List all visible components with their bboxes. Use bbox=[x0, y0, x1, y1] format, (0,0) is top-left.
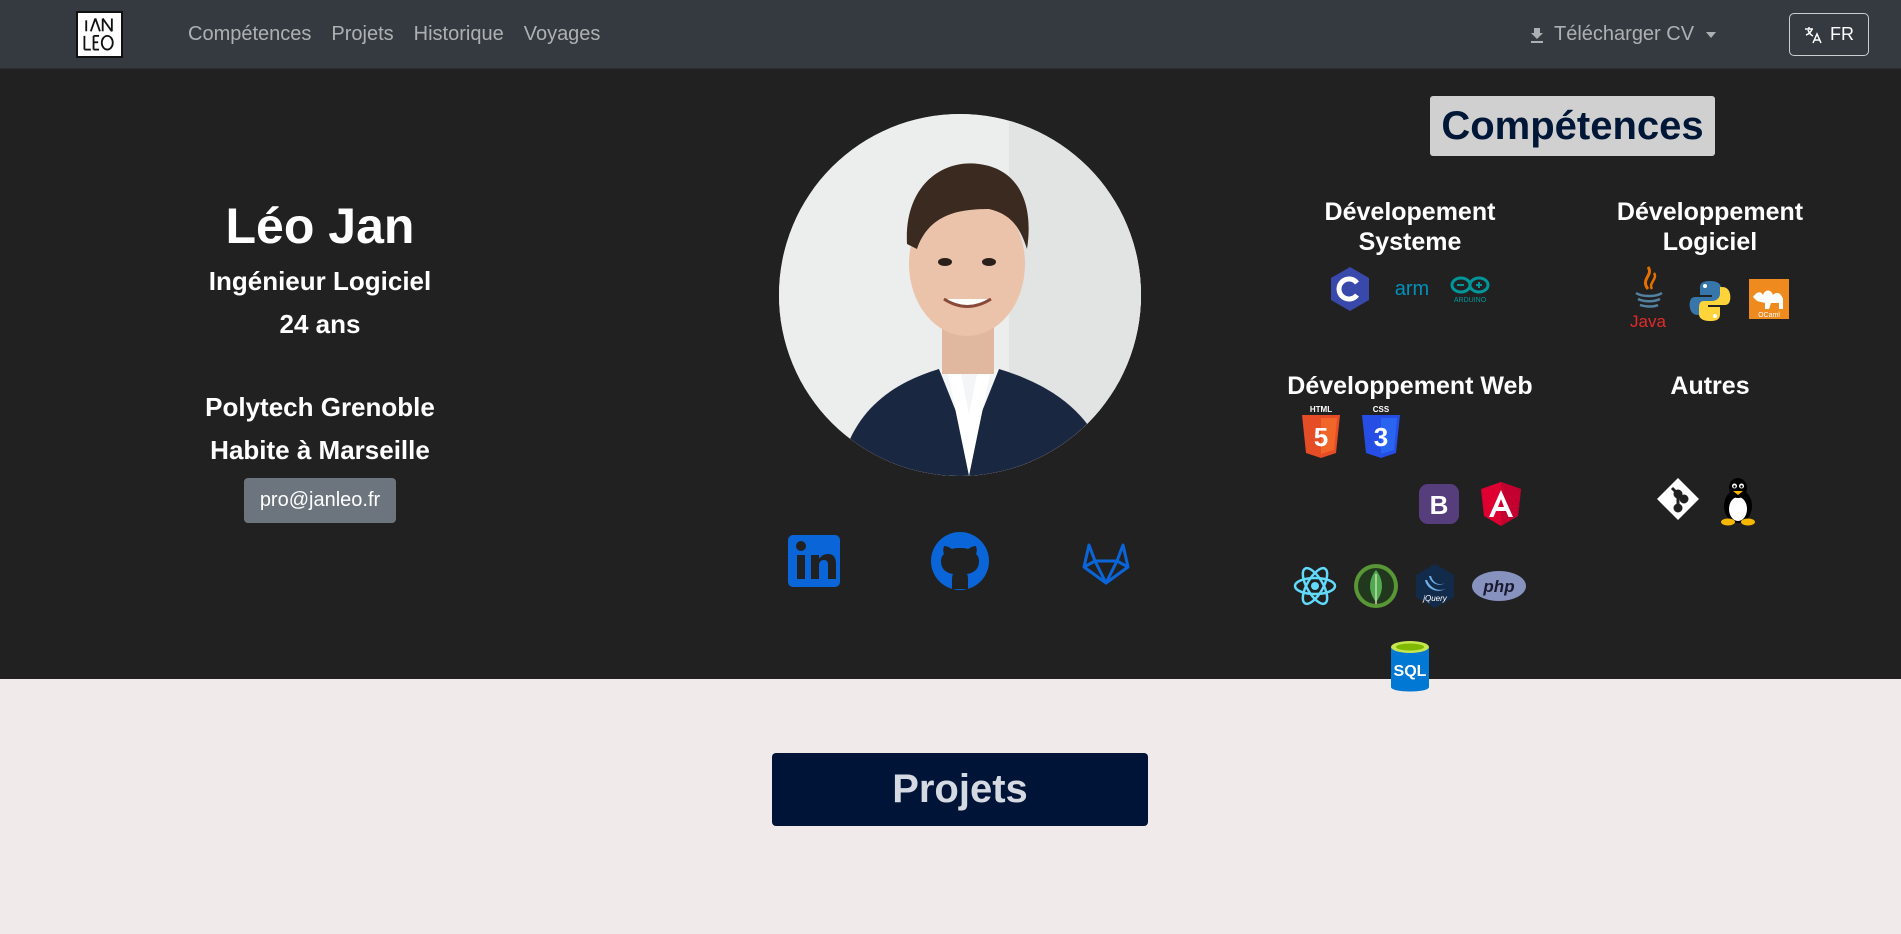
profile-photo bbox=[779, 114, 1141, 476]
language-label: FR bbox=[1830, 24, 1854, 44]
react-icon bbox=[1291, 562, 1339, 610]
profile-job: Ingénieur Logiciel bbox=[208, 266, 432, 296]
profile-photo-illustration bbox=[779, 114, 1141, 476]
svg-text:OCaml: OCaml bbox=[1758, 312, 1780, 319]
profile-name: Léo Jan bbox=[225, 198, 415, 254]
ocaml-icon: OCaml bbox=[1747, 277, 1791, 321]
email-button[interactable]: pro@janleo.fr bbox=[243, 478, 397, 523]
linkedin-icon bbox=[788, 535, 840, 587]
category-logiciel: Développement Logiciel bbox=[1616, 198, 1804, 256]
category-autres: Autres bbox=[1670, 372, 1750, 400]
nav-links: Compétences Projets Historique Voyages bbox=[188, 0, 600, 69]
svg-text:HTML: HTML bbox=[1310, 405, 1332, 414]
mongodb-icon bbox=[1352, 562, 1400, 610]
java-icon: Java bbox=[1624, 263, 1672, 331]
github-link[interactable] bbox=[930, 531, 990, 591]
category-systeme: Dévelopement Systeme bbox=[1324, 198, 1496, 256]
profile-card: Léo Jan Ingénieur Logiciel 24 ans Polyte… bbox=[170, 199, 470, 523]
nav-link-historique[interactable]: Historique bbox=[414, 23, 504, 46]
svg-text:CSS: CSS bbox=[1373, 405, 1390, 414]
c-icon bbox=[1326, 265, 1374, 313]
arm-icon: arm bbox=[1387, 265, 1437, 313]
gitlab-icon bbox=[1082, 543, 1130, 585]
logo[interactable] bbox=[76, 11, 123, 58]
profile-school: Polytech Grenoble bbox=[205, 392, 435, 422]
github-icon bbox=[931, 532, 989, 590]
php-icon: php bbox=[1471, 570, 1527, 602]
gitlab-link[interactable] bbox=[1076, 531, 1136, 591]
nav-link-competences[interactable]: Compétences bbox=[188, 23, 311, 46]
svg-text:jQuery: jQuery bbox=[1422, 594, 1448, 603]
linkedin-link[interactable] bbox=[784, 531, 844, 591]
download-cv-dropdown[interactable]: Télécharger CV bbox=[1530, 0, 1717, 69]
python-icon bbox=[1686, 277, 1734, 325]
css3-icon: CSS 3 bbox=[1357, 404, 1405, 460]
svg-text:3: 3 bbox=[1374, 422, 1388, 452]
competences-title: Compétences bbox=[1430, 96, 1715, 156]
git-icon bbox=[1655, 476, 1701, 522]
language-button[interactable]: FR bbox=[1789, 13, 1869, 56]
nav-link-voyages[interactable]: Voyages bbox=[524, 23, 601, 46]
download-icon bbox=[1531, 27, 1543, 43]
nav-link-projets[interactable]: Projets bbox=[331, 23, 393, 46]
bootstrap-icon: B bbox=[1417, 482, 1461, 526]
navbar: Compétences Projets Historique Voyages T… bbox=[0, 0, 1901, 69]
svg-text:B: B bbox=[1430, 490, 1449, 520]
svg-text:arm: arm bbox=[1395, 278, 1429, 300]
profile-age: 24 ans bbox=[279, 309, 361, 339]
projets-title: Projets bbox=[772, 753, 1148, 826]
svg-text:ARDUINO: ARDUINO bbox=[1454, 297, 1487, 304]
profile-city: Habite à Marseille bbox=[210, 435, 430, 465]
translate-icon bbox=[1805, 26, 1822, 43]
linux-icon bbox=[1717, 476, 1759, 526]
sql-icon: SQL bbox=[1388, 639, 1432, 695]
chevron-down-icon bbox=[1706, 31, 1717, 38]
svg-text:Java: Java bbox=[1630, 312, 1666, 331]
arduino-icon: ARDUINO bbox=[1447, 265, 1493, 313]
download-cv-label: Télécharger CV bbox=[1554, 23, 1695, 45]
jquery-icon: jQuery bbox=[1411, 562, 1459, 610]
hero-section: Léo Jan Ingénieur Logiciel 24 ans Polyte… bbox=[0, 69, 1901, 692]
logo-image bbox=[83, 17, 114, 51]
svg-text:5: 5 bbox=[1314, 422, 1328, 452]
category-web: Développement Web bbox=[1287, 372, 1533, 400]
angular-icon bbox=[1477, 480, 1525, 528]
svg-text:SQL: SQL bbox=[1394, 663, 1427, 680]
svg-text:php: php bbox=[1482, 577, 1514, 596]
html5-icon: HTML 5 bbox=[1297, 404, 1345, 460]
